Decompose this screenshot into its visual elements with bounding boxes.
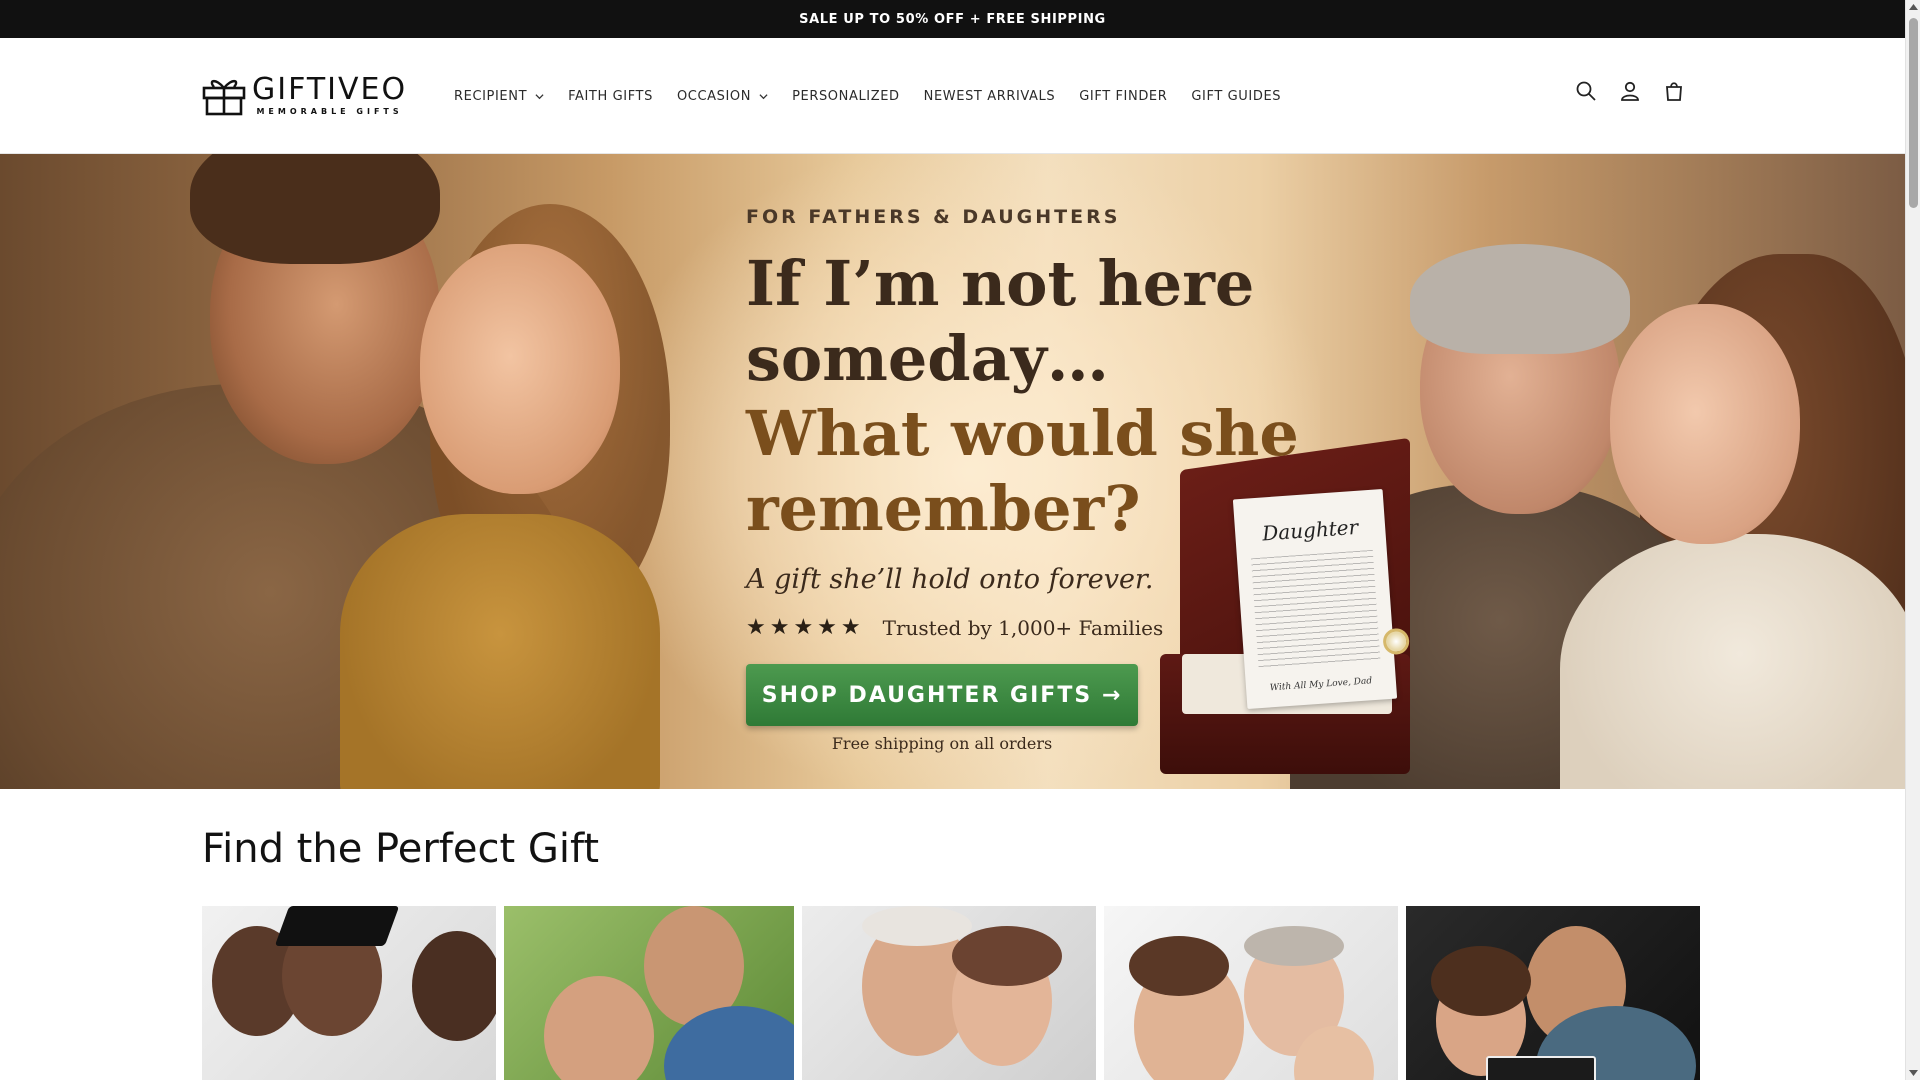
nav-label: OCCASION <box>676 88 752 104</box>
cart-icon[interactable] <box>1661 78 1687 104</box>
hero-copy: FOR FATHERS & DAUGHTERS If I’m not here … <box>746 206 1306 753</box>
nav-item-recipient[interactable]: RECIPIENT <box>442 89 556 104</box>
free-shipping-note: Free shipping on all orders <box>831 734 1053 753</box>
tile-sign-board <box>1486 1056 1596 1080</box>
scrollbar-thumb[interactable] <box>1909 18 1918 208</box>
announcement-text: SALE UP TO 50% OFF + FREE SHIPPING <box>799 11 1106 27</box>
logo-text: GIFTIVEO MEMORABLE GIFTS <box>252 71 408 116</box>
chevron-down-icon <box>759 93 768 99</box>
rating-stars: ★★★★★ <box>746 615 865 640</box>
nav-label: RECIPIENT <box>454 88 528 104</box>
hero-subline: A gift she’ll hold onto forever. <box>746 564 1154 595</box>
nav-item-personalized[interactable]: PERSONALIZED <box>780 89 912 104</box>
tile-hair <box>1431 946 1531 1016</box>
gift-category-tiles <box>202 906 1700 1080</box>
tile-hair <box>1244 926 1344 966</box>
hero-father-hair <box>190 154 440 264</box>
nav-label: NEWEST ARRIVALS <box>923 88 1056 104</box>
tile-grad-cap <box>274 906 400 946</box>
account-icon[interactable] <box>1617 78 1643 104</box>
tile-hair <box>1129 936 1229 996</box>
shop-daughter-gifts-button[interactable]: SHOP DAUGHTER GIFTS → <box>746 664 1138 726</box>
chevron-down-icon <box>535 93 544 99</box>
trust-text: Trusted by 1,000+ Families <box>882 615 1164 640</box>
nav-item-faith-gifts[interactable]: FAITH GIFTS <box>556 89 665 104</box>
hero-headline-line4: remember? <box>746 472 1141 545</box>
nav-label: GIFT GUIDES <box>1191 88 1282 104</box>
announcement-bar: SALE UP TO 50% OFF + FREE SHIPPING <box>0 0 1905 38</box>
tile-father-daughter-hug[interactable] <box>504 906 794 1080</box>
hero-headline: If I’m not here someday… <box>746 246 1306 396</box>
hero-headline-line1: If I’m not here <box>746 247 1255 320</box>
nav-item-newest-arrivals[interactable]: NEWEST ARRIVALS <box>912 89 1068 104</box>
tile-hair <box>952 926 1062 986</box>
main-nav: RECIPIENT FAITH GIFTS OCCASION PERSONALI… <box>442 38 1293 154</box>
brand-tagline: MEMORABLE GIFTS <box>256 106 403 116</box>
nav-item-gift-guides[interactable]: GIFT GUIDES <box>1179 89 1293 104</box>
hero-daughter-face <box>420 244 620 494</box>
nav-label: FAITH GIFTS <box>568 88 653 104</box>
page: SALE UP TO 50% OFF + FREE SHIPPING GIFTI… <box>0 0 1905 1080</box>
hero-headline-accent: What would she remember? <box>746 396 1306 546</box>
gift-logo-icon <box>202 79 246 116</box>
header-icons <box>1573 78 1687 104</box>
nav-label: GIFT FINDER <box>1079 88 1168 104</box>
hero-older-father-hair <box>1410 244 1630 354</box>
hero-eyebrow: FOR FATHERS & DAUGHTERS <box>746 206 1121 228</box>
hero-headline-line2: someday… <box>746 322 1109 395</box>
hero-daughter-figure <box>340 514 660 789</box>
nav-label: PERSONALIZED <box>792 88 900 104</box>
brand-name: GIFTIVEO <box>252 71 408 107</box>
tile-grandpa-granddaughter[interactable] <box>802 906 1096 1080</box>
scroll-down-arrow-icon[interactable] <box>1909 1069 1918 1077</box>
tile-person <box>544 976 654 1080</box>
hero-adult-daughter-face <box>1610 304 1800 544</box>
site-header: GIFTIVEO MEMORABLE GIFTS RECIPIENT FAITH… <box>0 38 1905 154</box>
hero-adult-daughter-figure <box>1560 534 1905 789</box>
tile-graduation[interactable] <box>202 906 496 1080</box>
search-icon[interactable] <box>1573 78 1599 104</box>
section-title: Find the Perfect Gift <box>202 826 600 872</box>
tile-grandma-mom-child[interactable] <box>1104 906 1398 1080</box>
scroll-up-arrow-icon[interactable] <box>1909 3 1918 11</box>
page-scrollbar[interactable] <box>1905 0 1920 1080</box>
tile-person <box>412 931 496 1041</box>
tile-dad-daughter-sign[interactable] <box>1406 906 1700 1080</box>
nav-item-occasion[interactable]: OCCASION <box>665 89 780 104</box>
nav-item-gift-finder[interactable]: GIFT FINDER <box>1067 89 1179 104</box>
logo[interactable]: GIFTIVEO MEMORABLE GIFTS <box>202 74 407 116</box>
trust-row: ★★★★★ Trusted by 1,000+ Families <box>746 615 1306 640</box>
hero-headline-line3: What would she <box>746 397 1299 470</box>
hero-banner[interactable]: Daughter With All My Love, Dad FOR FATHE… <box>0 154 1905 789</box>
tile-hair <box>862 906 972 946</box>
